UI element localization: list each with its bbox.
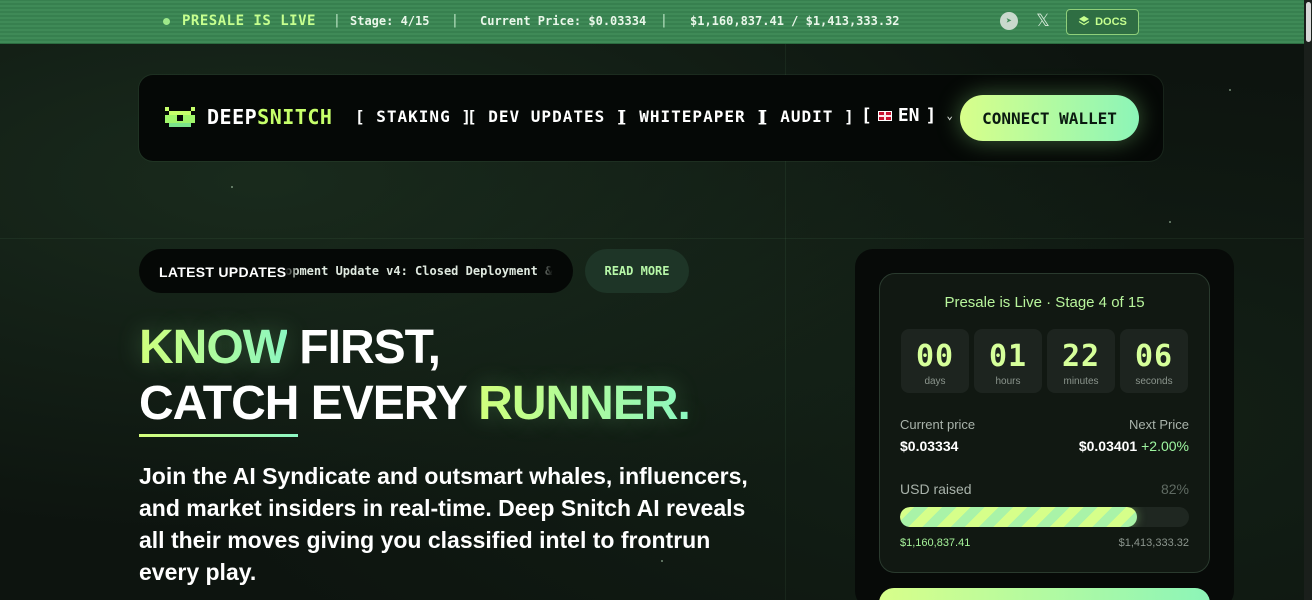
- star-dot: [1169, 221, 1171, 223]
- countdown-value: 00: [915, 339, 955, 374]
- nav-whitepaper[interactable]: [ WHITEPAPER ]: [618, 107, 767, 126]
- nav-audit[interactable]: [ AUDIT ]: [759, 107, 855, 126]
- docs-button[interactable]: DOCS: [1066, 9, 1139, 35]
- countdown-minutes: 22 minutes: [1047, 329, 1115, 393]
- scrollbar-thumb[interactable]: [1306, 2, 1311, 42]
- nav-staking[interactable]: [ STAKING ]: [355, 107, 472, 126]
- live-indicator-icon: [163, 18, 170, 25]
- countdown-hours: 01 hours: [974, 329, 1042, 393]
- usd-raised-label: USD raised: [900, 481, 972, 497]
- star-dot: [231, 186, 233, 188]
- presale-ticker-bar: PRESALE IS LIVE | Stage: 4/15 | Current …: [0, 0, 1304, 44]
- main-nav: DEEPSNITCH [ STAKING ] [ DEV UPDATES ] […: [139, 75, 1163, 161]
- chevron-down-icon: ⌄: [946, 109, 953, 122]
- latest-updates-label: LATEST UPDATES: [159, 264, 287, 280]
- raised-text: $1,160,837.41 / $1,413,333.32: [690, 14, 900, 28]
- raised-amount: $1,160,837.41: [900, 537, 971, 549]
- raised-target: $1,413,333.32: [1118, 537, 1189, 549]
- language-code: EN: [897, 105, 920, 126]
- headline-text: EVERY: [298, 377, 479, 430]
- headline-accent: RUNNER.: [478, 377, 691, 430]
- updates-marquee-text: opment Update v4: Closed Deployment &: [285, 264, 553, 278]
- price-change: +2.00%: [1141, 438, 1189, 454]
- logo-text: DEEPSNITCH: [207, 105, 333, 129]
- countdown-unit: seconds: [1135, 376, 1173, 387]
- language-selector[interactable]: [ EN ] ⌄: [861, 105, 953, 126]
- read-more-button[interactable]: READ MORE: [585, 249, 689, 293]
- bracket-close: ]: [925, 105, 937, 126]
- presale-title: Presale is Live · Stage 4 of 15: [944, 294, 1145, 311]
- bracket-open: [: [861, 105, 872, 126]
- logo[interactable]: DEEPSNITCH: [163, 103, 332, 131]
- connect-wallet-button[interactable]: CONNECT WALLET: [960, 95, 1139, 141]
- uk-flag-icon: [877, 110, 892, 121]
- eye-logo-icon: [163, 103, 197, 131]
- telegram-icon[interactable]: ➤: [1000, 12, 1018, 30]
- latest-updates-bar[interactable]: LATEST UPDATES opment Update v4: Closed …: [139, 249, 573, 293]
- countdown-unit: minutes: [1063, 376, 1099, 387]
- raised-progress-fill: [900, 507, 1137, 527]
- next-price-label: Next Price: [1129, 417, 1189, 432]
- headline-underlined-word: CATCH: [139, 377, 299, 437]
- hero-headline-line1: KNOW FIRST,: [139, 320, 441, 375]
- current-price-text: Current Price: $0.03334: [480, 14, 647, 28]
- hero-subtitle: Join the AI Syndicate and outsmart whale…: [139, 463, 748, 585]
- countdown-seconds: 06 seconds: [1120, 329, 1188, 393]
- x-icon[interactable]: 𝕏: [1034, 11, 1052, 31]
- nav-dev-updates[interactable]: [ DEV UPDATES ]: [467, 107, 627, 126]
- buy-button[interactable]: [879, 588, 1210, 600]
- countdown-value: 06: [1134, 339, 1174, 374]
- star-dot: [1229, 89, 1231, 91]
- divider: |: [451, 13, 459, 28]
- countdown-value: 22: [1061, 339, 1101, 374]
- presale-card: Presale is Live · Stage 4 of 15 00 days …: [879, 273, 1210, 573]
- stage-text: Stage: 4/15: [350, 14, 430, 28]
- countdown-unit: days: [924, 376, 946, 387]
- current-price-label: Current price: [900, 417, 976, 432]
- countdown-value: 01: [988, 339, 1028, 374]
- docs-label: DOCS: [1095, 16, 1127, 28]
- raised-percent: 82%: [1160, 481, 1189, 497]
- scrollbar[interactable]: [1304, 0, 1312, 600]
- current-price-value: $0.03334: [900, 438, 959, 454]
- next-price-value: $0.03401 +2.00%: [1078, 438, 1189, 454]
- countdown-days: 00 days: [901, 329, 969, 393]
- grid-line: [0, 238, 1312, 239]
- raised-progress-bar: [900, 507, 1189, 527]
- divider: |: [660, 13, 668, 28]
- hero-headline-line2: CATCH EVERY RUNNER.: [139, 376, 691, 437]
- headline-text: FIRST,: [286, 321, 441, 374]
- countdown-unit: hours: [995, 376, 1021, 387]
- divider: |: [333, 13, 341, 28]
- presale-live-label: PRESALE IS LIVE: [182, 13, 316, 29]
- headline-accent: KNOW: [139, 321, 288, 374]
- layers-icon: [1078, 15, 1090, 30]
